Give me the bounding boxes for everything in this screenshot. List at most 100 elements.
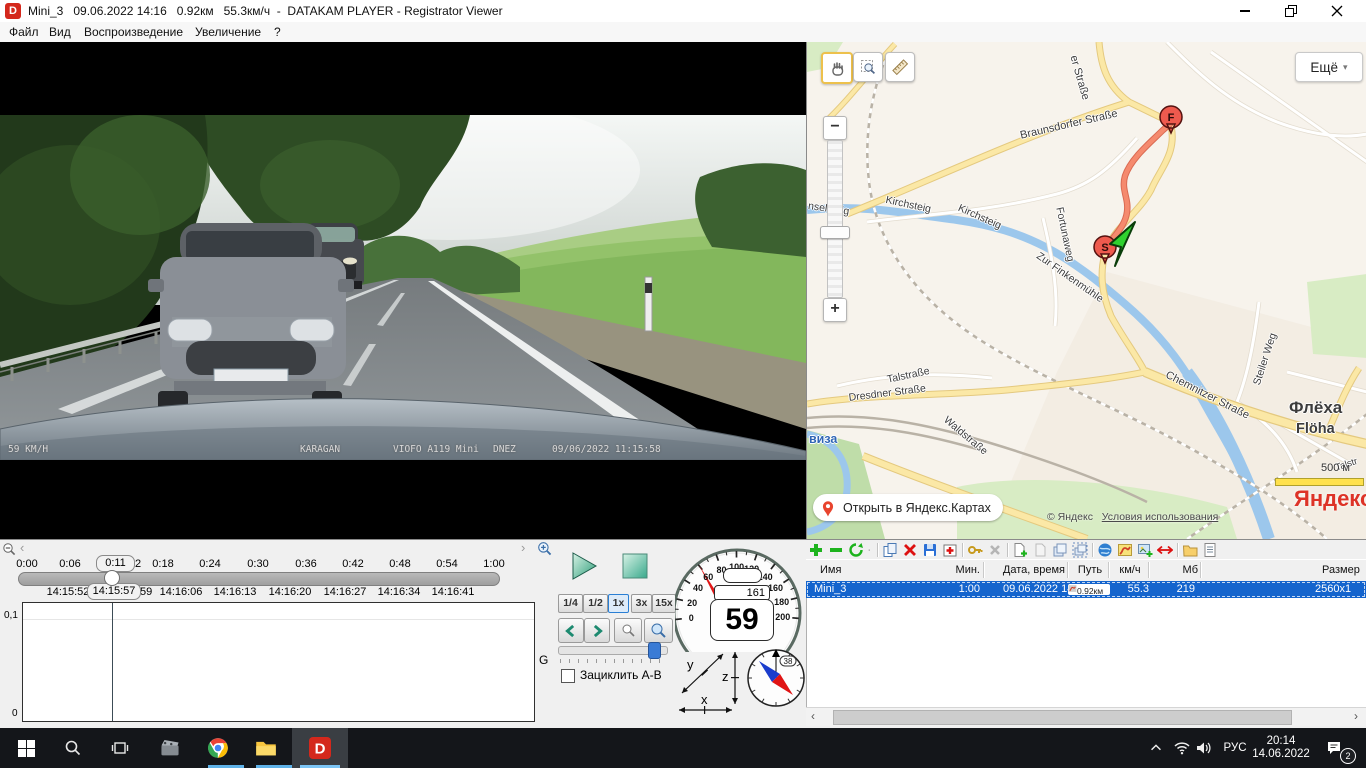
menu-item-file[interactable]: Файл bbox=[9, 25, 39, 39]
speed-1x-button[interactable]: 1x bbox=[608, 594, 629, 613]
hand-icon bbox=[828, 59, 846, 77]
filelist-empty-area bbox=[806, 598, 1366, 707]
scroll-right-arrow[interactable]: › bbox=[1354, 709, 1358, 723]
cut-icon[interactable] bbox=[987, 542, 1004, 558]
map-zoom-thumb[interactable] bbox=[820, 226, 850, 239]
overlay-extra: DNEZ bbox=[493, 444, 516, 455]
col-kmh[interactable]: км/ч bbox=[1112, 564, 1148, 576]
map-copyright: © Яндекс bbox=[1047, 511, 1093, 523]
menu-item-zoom[interactable]: Увеличение bbox=[195, 25, 261, 39]
map-zoom-out-button[interactable]: − bbox=[823, 116, 847, 140]
menu-item-view[interactable]: Вид bbox=[49, 25, 71, 39]
video-zoom-out-button[interactable] bbox=[614, 618, 642, 643]
ruler-tool-button[interactable] bbox=[885, 52, 915, 82]
volume-slider-thumb[interactable] bbox=[648, 642, 661, 659]
film-icon bbox=[159, 737, 181, 759]
file-min: 1:00 bbox=[955, 583, 980, 595]
speed-quarter-button[interactable]: 1/4 bbox=[558, 594, 583, 613]
menu-item-help[interactable]: ? bbox=[274, 25, 281, 39]
video-zoom-in-button[interactable] bbox=[644, 618, 673, 643]
speed-15x-button[interactable]: 15x bbox=[652, 594, 676, 613]
page-add-icon[interactable] bbox=[1012, 542, 1029, 558]
play-button[interactable] bbox=[568, 550, 600, 585]
more-button[interactable]: Ещё ▾ bbox=[1295, 52, 1363, 82]
wifi-tray-icon[interactable] bbox=[1170, 736, 1194, 760]
restore-button[interactable] bbox=[1268, 0, 1314, 22]
speed-3x-button[interactable]: 3x bbox=[631, 594, 652, 613]
taskbar-clock[interactable]: 20:14 14.06.2022 bbox=[1248, 735, 1314, 761]
stop-button[interactable] bbox=[622, 553, 648, 582]
col-name[interactable]: Имя bbox=[820, 564, 841, 576]
next-frame-button[interactable] bbox=[584, 618, 610, 643]
timeline-zoom-in-button[interactable] bbox=[537, 541, 553, 560]
start-button[interactable] bbox=[14, 736, 38, 760]
close-button[interactable] bbox=[1314, 0, 1360, 22]
loop-ab-checkbox[interactable] bbox=[561, 669, 575, 683]
col-size[interactable]: Размер bbox=[1322, 564, 1364, 576]
media-app-button[interactable] bbox=[158, 736, 182, 760]
menu-item-playback[interactable]: Воспроизведение bbox=[84, 25, 183, 39]
terms-link[interactable]: Условия использования bbox=[1102, 511, 1219, 523]
col-path[interactable]: Путь bbox=[1072, 564, 1108, 576]
scroll-left-arrow[interactable]: ‹ bbox=[811, 709, 815, 723]
chrome-icon bbox=[207, 737, 229, 759]
task-view-button[interactable] bbox=[108, 736, 132, 760]
minimize-button[interactable] bbox=[1222, 0, 1268, 22]
copy-icon[interactable] bbox=[882, 542, 899, 558]
col-datetime[interactable]: Дата, время bbox=[995, 564, 1065, 576]
file-explorer-button[interactable] bbox=[254, 736, 278, 760]
pages-icon[interactable] bbox=[1052, 542, 1069, 558]
map-zoom-in-button[interactable]: + bbox=[823, 298, 847, 322]
col-mb[interactable]: Мб bbox=[1160, 564, 1198, 576]
taskbar-search-button[interactable] bbox=[61, 736, 85, 760]
filelist-hscrollbar[interactable]: ‹ › bbox=[806, 707, 1366, 726]
filelist-toolbar bbox=[808, 541, 1364, 559]
save-icon[interactable] bbox=[922, 542, 939, 558]
transfer-icon[interactable] bbox=[1157, 542, 1174, 558]
volume-tray-icon[interactable] bbox=[1192, 736, 1216, 760]
page-ghost-icon[interactable] bbox=[1032, 542, 1049, 558]
open-in-yandex-button[interactable]: Открыть в Яндекс.Картах bbox=[813, 494, 1003, 521]
toolbar-separator bbox=[962, 543, 964, 557]
restore-icon bbox=[1285, 5, 1297, 17]
tray-expand-button[interactable] bbox=[1144, 736, 1168, 760]
finish-marker-label: F bbox=[1168, 112, 1175, 124]
timeline-scroll-right[interactable]: › bbox=[521, 541, 525, 555]
compass-heading: 38 bbox=[784, 657, 793, 666]
map-route-icon[interactable] bbox=[1117, 542, 1134, 558]
remove-icon[interactable] bbox=[828, 542, 845, 558]
timeline-scroll-left[interactable]: ‹ bbox=[20, 541, 24, 555]
datakam-taskbar-button[interactable]: D bbox=[308, 736, 332, 760]
file-row-selected[interactable]: Mini_3 1:00 09.06.2022 14:16 0.92км 55.3… bbox=[806, 581, 1366, 598]
loop-ab-label: Зациклить A-B bbox=[580, 668, 662, 682]
col-min[interactable]: Мин. bbox=[940, 564, 980, 576]
timeline-tick: 0:54 bbox=[430, 558, 464, 570]
dropdown-arrow-icon: ▾ bbox=[1343, 62, 1348, 73]
key-icon[interactable] bbox=[967, 542, 984, 558]
map-zoom-track[interactable] bbox=[827, 140, 843, 298]
graph-cursor-line bbox=[112, 603, 113, 721]
chrome-button[interactable] bbox=[206, 736, 230, 760]
refresh-icon[interactable] bbox=[848, 542, 865, 558]
timeline-slider-thumb[interactable] bbox=[104, 570, 120, 586]
prev-frame-button[interactable] bbox=[558, 618, 584, 643]
snapshot-icon[interactable] bbox=[942, 542, 959, 558]
gauge-tick-label: 60 bbox=[703, 572, 713, 582]
scrollbar-thumb[interactable] bbox=[833, 710, 1292, 725]
pages-select-icon[interactable] bbox=[1072, 542, 1089, 558]
video-viewport[interactable]: 59 KM/H KARAGAN VIOFO A119 Mini DNEZ 09/… bbox=[0, 42, 806, 539]
language-indicator[interactable]: РУС bbox=[1218, 736, 1252, 760]
image-add-icon[interactable] bbox=[1137, 542, 1154, 558]
axis-x-label: x bbox=[701, 692, 708, 707]
folder-icon[interactable] bbox=[1182, 542, 1199, 558]
globe-icon[interactable] bbox=[1097, 542, 1114, 558]
more-label: Ещё bbox=[1310, 60, 1338, 75]
file-kmh: 55.3 bbox=[1116, 583, 1149, 595]
map-panel[interactable]: S F er StraßeBraunsdorfer StraßeKirchste… bbox=[806, 42, 1366, 539]
speed-half-button[interactable]: 1/2 bbox=[583, 594, 608, 613]
delete-icon[interactable] bbox=[902, 542, 919, 558]
report-icon[interactable] bbox=[1202, 542, 1219, 558]
add-icon[interactable] bbox=[808, 542, 825, 558]
zoom-select-tool-button[interactable] bbox=[853, 52, 883, 82]
pan-tool-button[interactable] bbox=[821, 52, 853, 84]
